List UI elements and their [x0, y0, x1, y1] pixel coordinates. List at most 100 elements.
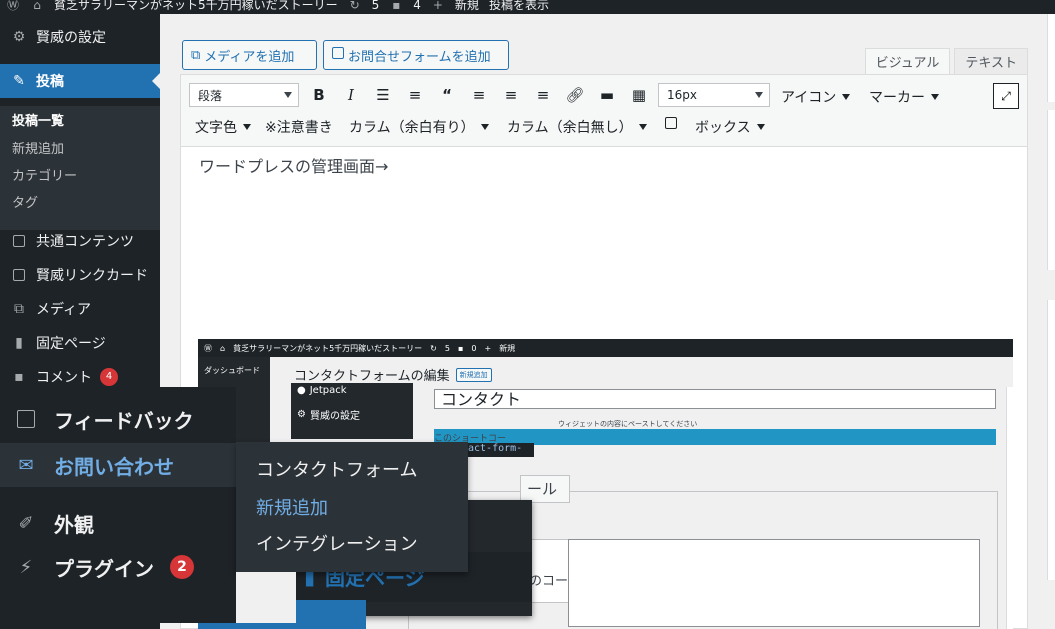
add-media-button[interactable]: ⧉ メディアを追加 — [182, 40, 317, 70]
comment-icon: ▪ — [392, 0, 401, 12]
editor-toolbar: 段落 B I ☰ ≡ “ ≡ ≡ ≡ 🔗︎ ▬ ▦ 16px アイコン マーカー… — [180, 74, 1028, 146]
sidebar-item-label: 投稿 — [36, 74, 64, 90]
bullet-list-icon[interactable]: ☰ — [373, 85, 393, 105]
font-size-value: 16px — [667, 88, 697, 102]
shot-keni: ⚙ 賢威の設定 — [297, 407, 360, 422]
gear-icon: ⚙ — [297, 409, 306, 420]
comment-count-badge: 4 — [100, 368, 118, 386]
view-post-link[interactable]: 投稿を表示 — [489, 0, 549, 13]
icon-dropdown[interactable]: アイコン — [781, 87, 851, 107]
shot-dark-menu: ● Jetpack ⚙ 賢威の設定 — [291, 383, 413, 439]
column-nomargin-label: カラム（余白無し） — [507, 120, 633, 136]
chevron-down-icon — [480, 124, 489, 130]
plugin-icon: ⚡ — [19, 556, 33, 578]
sidebar-item-label: 固定ページ — [36, 336, 106, 352]
updates-count[interactable]: 5 — [372, 0, 380, 12]
zoomed-sidebar: フィードバック ✉ お問い合わせ ✐ 外観 ⚡ プラグイン 2 — [0, 387, 236, 623]
tab-visual[interactable]: ビジュアル — [864, 48, 951, 74]
updates-icon: ↻ — [349, 0, 360, 12]
updates-icon: ↻ — [430, 343, 437, 353]
add-form-label: お問合せフォームを追加 — [348, 49, 491, 65]
comment-icon: ▪ — [14, 369, 24, 385]
chevron-down-icon — [756, 124, 765, 130]
align-right-icon[interactable]: ≡ — [533, 85, 553, 105]
shot-comments: 0 — [471, 343, 477, 353]
current-menu-arrow — [152, 73, 160, 89]
shot-tab-fragment: ール — [520, 475, 570, 503]
posts-submenu: 投稿一覧 新規追加 カテゴリー タグ — [0, 106, 160, 230]
italic-icon[interactable]: I — [341, 85, 361, 105]
read-more-icon[interactable]: ▬ — [597, 85, 617, 105]
tab-text[interactable]: テキスト — [954, 48, 1028, 74]
add-form-button[interactable]: お問合せフォームを追加 — [323, 40, 509, 70]
marker-dropdown[interactable]: マーカー — [869, 87, 939, 107]
gear-icon: ⚙ — [12, 29, 26, 45]
blockquote-icon[interactable]: “ — [437, 85, 457, 105]
submenu-categories[interactable]: カテゴリー — [12, 165, 77, 184]
plugins-update-badge: 2 — [170, 555, 194, 579]
column-nomargin-dropdown[interactable]: カラム（余白無し） — [507, 117, 647, 137]
shot-hint-widget: ウィジェットの内容にペーストしてください — [558, 420, 698, 428]
zoom-submenu-contact-form: コンタクトフォーム — [256, 460, 418, 481]
new-content-link[interactable]: 新規 — [455, 0, 479, 13]
sidebar-item-link-card[interactable]: 賢威リンクカード — [0, 258, 160, 292]
zoom-plugins: ⚡ プラグイン 2 — [0, 545, 236, 589]
zoom-contact-submenu: コンタクトフォーム 新規追加 インテグレーション — [236, 442, 468, 572]
align-center-icon[interactable]: ≡ — [501, 85, 521, 105]
column-margin-dropdown[interactable]: カラム（余白有り） — [349, 117, 489, 137]
doc-icon — [10, 266, 28, 284]
chevron-down-icon — [842, 94, 851, 100]
plus-icon: + — [432, 0, 443, 12]
zoom-submenu-add-new: 新規追加 — [256, 498, 328, 519]
side-box — [1047, 14, 1055, 102]
zoom-plugins-label: プラグイン — [54, 556, 154, 581]
numbered-list-icon[interactable]: ≡ — [405, 85, 425, 105]
shot-title-text: コンタクトフォームの編集 — [294, 369, 450, 384]
link-icon[interactable]: 🔗︎ — [565, 85, 585, 105]
home-icon: ⌂ — [220, 343, 226, 353]
comments-count[interactable]: 4 — [413, 0, 421, 12]
shot-new-button: 新規追加 — [455, 367, 492, 382]
zoom-contact: ✉ お問い合わせ — [0, 443, 236, 487]
zoom-appearance: ✐ 外観 — [0, 501, 236, 545]
note-button[interactable]: ※注意書き — [265, 117, 333, 137]
sidebar-item-keni-settings[interactable]: ⚙ 賢威の設定 — [0, 20, 160, 54]
toolbar-toggle-icon[interactable]: ▦ — [629, 85, 649, 105]
submenu-add-new[interactable]: 新規追加 — [12, 138, 64, 157]
sidebar-item-common-content[interactable]: 共通コンテンツ — [0, 224, 160, 258]
sidebar-item-label: 賢威リンクカード — [36, 268, 148, 284]
wordpress-logo-icon[interactable]: Ⓦ — [6, 0, 20, 12]
fullscreen-icon[interactable]: ⤢ — [993, 83, 1019, 109]
chevron-down-icon — [243, 124, 251, 130]
submenu-tags[interactable]: タグ — [12, 192, 38, 211]
format-select[interactable]: 段落 — [189, 83, 299, 107]
box-dropdown[interactable]: ボックス — [695, 117, 765, 137]
shot-keni-label: 賢威の設定 — [309, 411, 360, 422]
chevron-down-icon — [931, 94, 939, 100]
chevron-down-icon — [638, 124, 647, 130]
feedback-icon — [14, 407, 38, 431]
shot-jetpack: ● Jetpack — [297, 385, 347, 396]
format-select-value: 段落 — [198, 88, 223, 103]
side-box — [1047, 110, 1055, 270]
zoom-contact-label: お問い合わせ — [54, 454, 174, 479]
submenu-arrow — [226, 457, 234, 473]
form-block-icon[interactable] — [665, 117, 677, 129]
zoom-gap — [236, 572, 296, 623]
text-color-dropdown[interactable]: 文字色 — [195, 117, 251, 137]
align-left-icon[interactable]: ≡ — [469, 85, 489, 105]
site-title-link[interactable]: 貧乏サラリーマンがネット5千万円稼いだストーリー — [54, 0, 338, 13]
shot-mail-fragment: のコー — [529, 574, 569, 589]
admin-bar: Ⓦ ⌂ 貧乏サラリーマンがネット5千万円稼いだストーリー ↻ 5 ▪ 4 + 新… — [0, 0, 1055, 14]
shot-textarea — [568, 539, 980, 627]
submenu-all-posts[interactable]: 投稿一覧 — [12, 110, 64, 129]
font-size-select[interactable]: 16px — [658, 83, 770, 107]
shot-admin-bar: Ⓦ ⌂ 貧乏サラリーマンがネット5千万円稼いだストーリー ↻ 5 ▪ 0 + 新… — [198, 339, 1013, 357]
sidebar-item-posts[interactable]: ✎ 投稿 — [0, 64, 160, 98]
sidebar-item-media[interactable]: ⧉ メディア — [0, 292, 160, 326]
bold-icon[interactable]: B — [309, 85, 329, 105]
sidebar-item-pages[interactable]: ▮ 固定ページ — [0, 326, 160, 360]
media-icon: ⧉ — [191, 47, 201, 63]
content-paragraph: ワードプレスの管理画面→ — [199, 157, 389, 176]
wordpress-logo-icon: Ⓦ — [204, 343, 212, 353]
